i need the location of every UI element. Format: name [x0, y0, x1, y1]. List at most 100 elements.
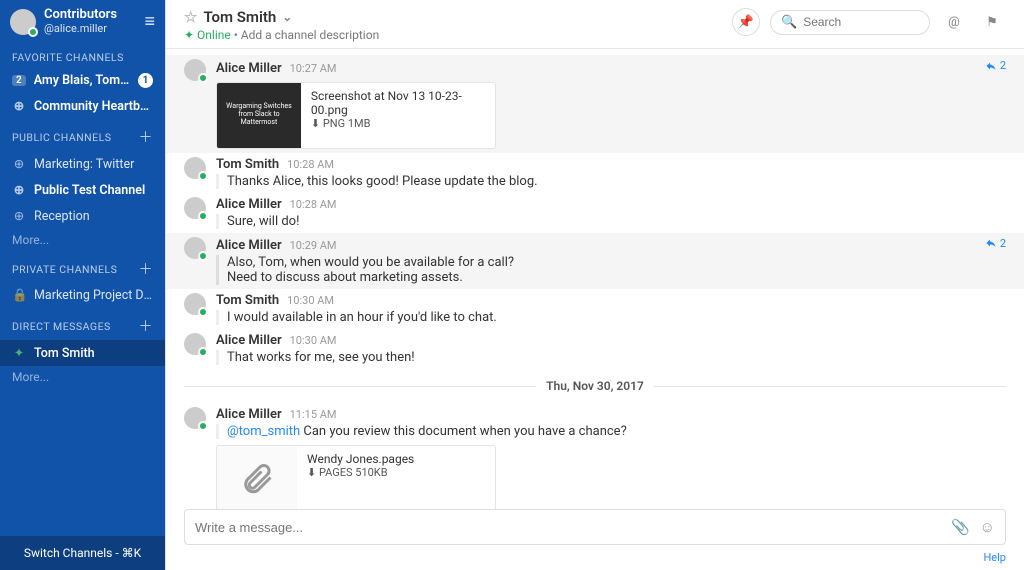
- sidebar-item-label: Marketing: Twitter: [34, 157, 153, 172]
- chevron-down-icon[interactable]: ⌄: [282, 10, 292, 24]
- message-post[interactable]: Tom Smith 10:28 AM Thanks Alice, this look…: [166, 153, 1024, 193]
- main-area: ☆ Tom Smith ⌄ ✦ Online • Add a channel d…: [165, 0, 1024, 570]
- add-description-link[interactable]: Add a channel description: [241, 28, 379, 42]
- mention-link[interactable]: @tom_smith: [227, 424, 300, 439]
- post-body: Thanks Alice, this looks good! Please up…: [216, 174, 1006, 189]
- attachment[interactable]: Wendy Jones.pages⬇ PAGES 510KB: [216, 445, 496, 509]
- post-username[interactable]: Alice Miller: [216, 407, 282, 422]
- sidebar: Contributors @alice.miller ≡ FAVORITE CH…: [0, 0, 165, 570]
- unread-badge: 1: [138, 73, 153, 88]
- globe-icon: ⊕: [12, 182, 26, 198]
- message-post[interactable]: Alice Miller 10:29 AM 2 Also, Tom, when wou…: [166, 233, 1024, 290]
- channel-title-row[interactable]: ☆ Tom Smith ⌄: [184, 8, 379, 26]
- post-username[interactable]: Alice Miller: [216, 61, 282, 76]
- globe-icon: ⊕: [12, 98, 26, 114]
- post-avatar: [184, 157, 206, 179]
- channel-name: Tom Smith: [203, 8, 276, 26]
- favorite-star-icon[interactable]: ☆: [184, 8, 197, 26]
- sidebar-private-item[interactable]: 🔒 Marketing Project Disc: [0, 283, 165, 308]
- sidebar-item-label: Public Test Channel: [34, 183, 153, 198]
- message-post[interactable]: Alice Miller 10:30 AM That works for me, s…: [166, 329, 1024, 369]
- pin-icon[interactable]: 📌: [732, 8, 760, 36]
- sidebar-fav-item[interactable]: 2 Amy Blais, Tom Smi… 1: [0, 68, 165, 93]
- post-body: @tom_smith Can you review this document …: [216, 424, 1006, 439]
- search-icon: 🔍: [781, 15, 797, 30]
- add-private-channel-icon[interactable]: ＋: [139, 259, 154, 279]
- sidebar-dm-item-tom-smith[interactable]: ✦ Tom Smith: [0, 340, 165, 366]
- message-post[interactable]: Alice Miller 11:15 AM @tom_smith Can you r…: [166, 403, 1024, 509]
- attachment-name: Screenshot at Nov 13 10-23-00.png: [311, 89, 485, 117]
- reply-count-link[interactable]: 2: [985, 237, 1006, 250]
- post-body: Also, Tom, when would you be available f…: [216, 255, 1006, 285]
- post-time: 11:15 AM: [290, 408, 337, 421]
- add-public-channel-icon[interactable]: ＋: [139, 127, 154, 147]
- post-avatar: [184, 333, 206, 355]
- team-name: Contributors: [44, 8, 117, 22]
- sidebar-item-label: Tom Smith: [34, 346, 153, 361]
- private-channels-header: PRIVATE CHANNELS ＋: [0, 251, 165, 283]
- emoji-icon[interactable]: ☺: [980, 518, 995, 536]
- post-body: I would available in an hour if you'd li…: [216, 310, 1006, 325]
- sidebar-fav-item[interactable]: ⊕ Community Heartbeat: [0, 93, 165, 119]
- post-time: 10:30 AM: [290, 334, 337, 347]
- add-dm-icon[interactable]: ＋: [139, 316, 154, 336]
- sidebar-item-label: Amy Blais, Tom Smi…: [34, 73, 130, 88]
- message-input[interactable]: [195, 520, 941, 535]
- post-username[interactable]: Alice Miller: [216, 197, 282, 212]
- attachment[interactable]: Wargaming Switches from Slack to Matterm…: [216, 82, 496, 149]
- online-label: Online: [197, 28, 231, 42]
- post-time: 10:29 AM: [290, 239, 337, 252]
- post-username[interactable]: Tom Smith: [216, 157, 279, 172]
- message-post[interactable]: Alice Miller 10:27 AM 2 Wargaming Switches …: [166, 55, 1024, 153]
- user-handle: @alice.miller: [44, 22, 117, 35]
- sidebar-header[interactable]: Contributors @alice.miller ≡: [0, 0, 165, 43]
- user-avatar: [10, 9, 36, 35]
- sidebar-item-label: Reception: [34, 209, 153, 224]
- message-composer[interactable]: 📎 ☺: [184, 509, 1006, 545]
- sidebar-public-item[interactable]: ⊕ Reception: [0, 203, 165, 229]
- attachment-thumbnail: Wargaming Switches from Slack to Matterm…: [217, 83, 301, 148]
- channel-header-actions: 📌 🔍 @ ⚑: [732, 8, 1006, 36]
- paperclip-icon: [217, 446, 297, 509]
- more-public-link[interactable]: More...: [0, 229, 165, 251]
- sidebar-item-label: Community Heartbeat: [34, 99, 153, 114]
- more-dm-link[interactable]: More...: [0, 366, 165, 388]
- help-link[interactable]: Help: [166, 551, 1024, 570]
- post-body: That works for me, see you then!: [216, 350, 1006, 365]
- post-username[interactable]: Alice Miller: [216, 238, 282, 253]
- post-avatar: [184, 197, 206, 219]
- flag-icon[interactable]: ⚑: [978, 8, 1006, 36]
- reply-count-link[interactable]: 2: [985, 59, 1006, 72]
- date-separator: Thu, Nov 30, 2017: [184, 379, 1006, 393]
- mentions-icon[interactable]: @: [940, 8, 968, 36]
- sidebar-public-item[interactable]: ⊕ Marketing: Twitter: [0, 151, 165, 177]
- search-input[interactable]: [803, 15, 919, 29]
- post-username[interactable]: Alice Miller: [216, 333, 282, 348]
- attachment-meta: ⬇ PNG 1MB: [311, 117, 485, 130]
- mention-badge: 2: [12, 75, 26, 86]
- post-username[interactable]: Tom Smith: [216, 293, 279, 308]
- message-post[interactable]: Tom Smith 10:30 AM I would available in an…: [166, 289, 1024, 329]
- post-avatar: [184, 407, 206, 429]
- search-box[interactable]: 🔍: [770, 10, 930, 35]
- post-time: 10:28 AM: [287, 158, 334, 171]
- public-channels-header: PUBLIC CHANNELS ＋: [0, 119, 165, 151]
- sidebar-public-item[interactable]: ⊕ Public Test Channel: [0, 177, 165, 203]
- switch-channels-button[interactable]: Switch Channels - ⌘K: [0, 536, 165, 570]
- post-time: 10:28 AM: [290, 198, 337, 211]
- main-menu-icon[interactable]: ≡: [144, 11, 155, 32]
- post-time: 10:27 AM: [290, 62, 337, 75]
- attachment-meta: ⬇ PAGES 510KB: [307, 466, 414, 479]
- sidebar-item-label: Marketing Project Disc: [34, 288, 153, 303]
- attach-icon[interactable]: 📎: [951, 518, 970, 536]
- presence-icon: ✦: [12, 345, 26, 361]
- lock-icon: 🔒: [12, 288, 26, 303]
- post-time: 10:30 AM: [287, 294, 334, 307]
- globe-icon: ⊕: [12, 156, 26, 172]
- message-list[interactable]: Alice Miller 10:27 AM 2 Wargaming Switches …: [166, 49, 1024, 509]
- direct-messages-header: DIRECT MESSAGES ＋: [0, 308, 165, 340]
- globe-icon: ⊕: [12, 208, 26, 224]
- message-post[interactable]: Alice Miller10:28 AMSure, will do!: [166, 193, 1024, 233]
- attachment-name: Wendy Jones.pages: [307, 452, 414, 466]
- channel-header: ☆ Tom Smith ⌄ ✦ Online • Add a channel d…: [166, 0, 1024, 49]
